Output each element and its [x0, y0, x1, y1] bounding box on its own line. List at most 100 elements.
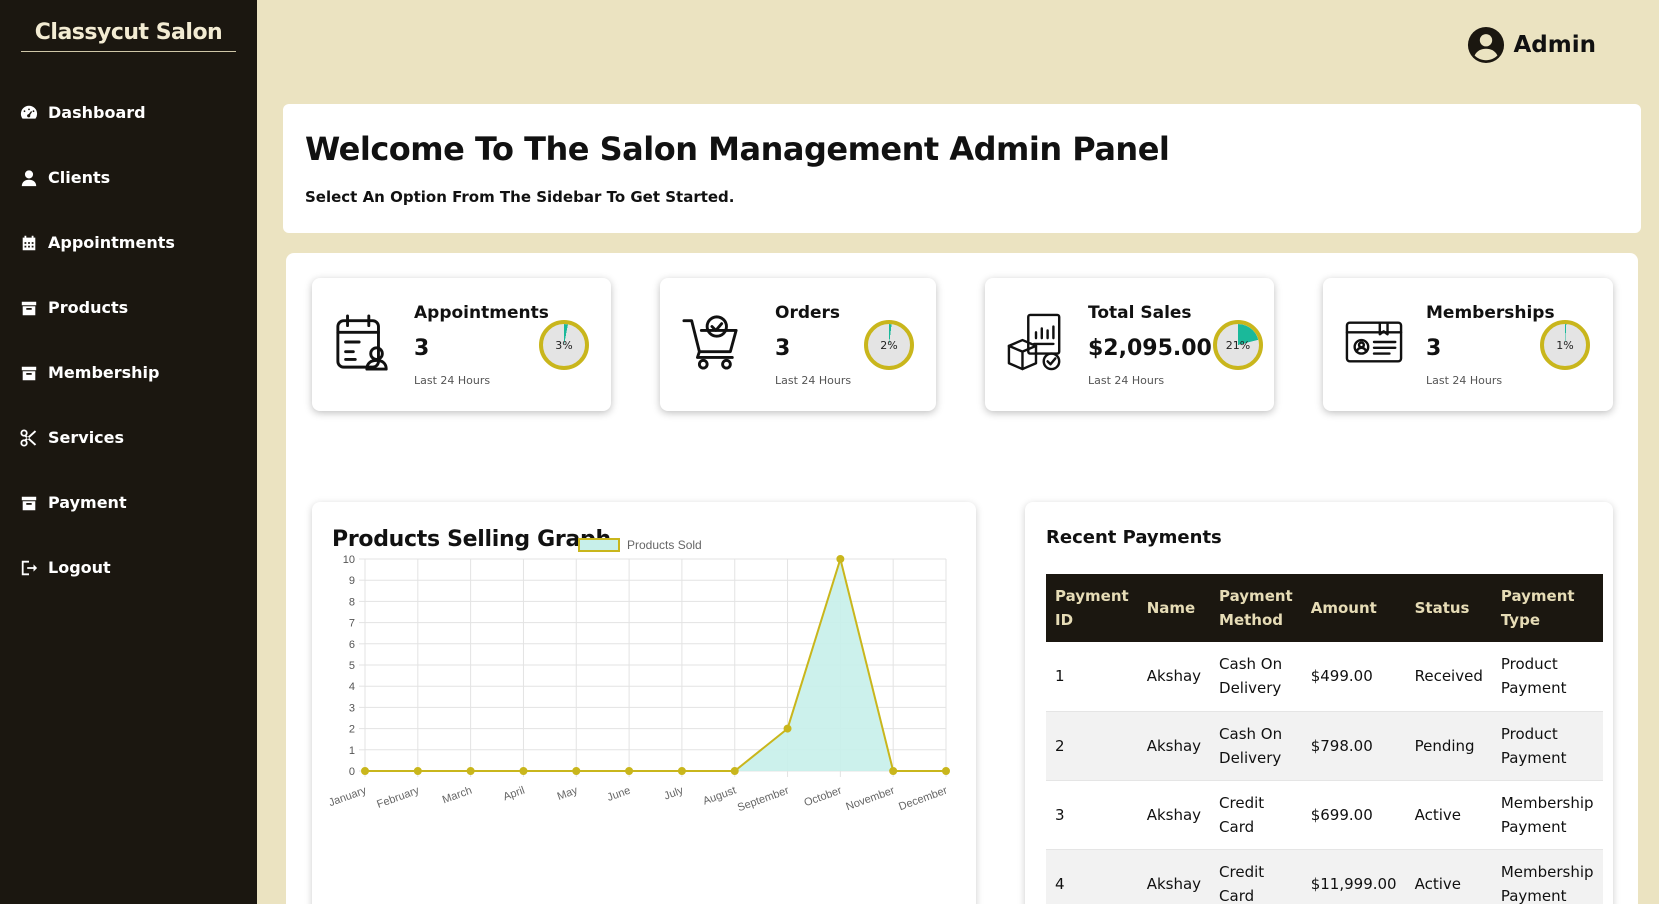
x-tick-label: April: [502, 785, 527, 804]
gauge-icon: [20, 105, 38, 119]
sidebar-item-clients[interactable]: Clients: [0, 145, 257, 210]
table-cell: $798.00: [1301, 711, 1406, 781]
table-cell: 3: [1046, 780, 1138, 850]
card-subtext: Last 24 Hours: [1088, 374, 1165, 387]
data-point: [783, 724, 792, 733]
stat-card-orders: Orders 3 Last 24 Hours 2%: [660, 278, 936, 411]
stat-card-memberships: Memberships 3 Last 24 Hours 1%: [1323, 278, 1613, 411]
sidebar-item-dashboard[interactable]: Dashboard: [0, 80, 257, 145]
column-header[interactable]: Name: [1137, 574, 1211, 642]
shopping-cart-icon: [682, 315, 738, 370]
payments-title: Recent Payments: [1046, 527, 1222, 548]
y-tick-label: 1: [349, 745, 355, 757]
sidebar: Classycut Salon Dashboard Clients Appoin…: [0, 0, 257, 904]
stat-card-appointments: Appointments 3 Last 24 Hours 3%: [312, 278, 611, 411]
sidebar-item-label: Services: [48, 428, 125, 447]
column-header[interactable]: Payment Method: [1210, 574, 1302, 642]
table-cell: Cash On Delivery: [1210, 711, 1302, 781]
user-icon: [21, 169, 37, 186]
percent-ring: 21%: [1213, 320, 1263, 370]
recent-payments-card: Recent Payments Payment ID Name Payment …: [1025, 502, 1613, 904]
table-cell: 1: [1046, 642, 1138, 712]
column-header[interactable]: Amount: [1301, 574, 1406, 642]
calendar-icon: [22, 235, 36, 250]
logout-icon: [21, 560, 38, 575]
sales-report-icon: [1007, 313, 1061, 371]
x-tick-label: March: [441, 785, 474, 807]
sidebar-item-label: Dashboard: [48, 103, 146, 122]
sidebar-item-services[interactable]: Services: [0, 405, 257, 470]
x-tick-label: September: [736, 784, 791, 814]
products-line-chart: 0 1 2 3 4 5 6 7 8 9 10 January February March April May…: [327, 538, 950, 814]
y-tick-label: 5: [349, 660, 355, 672]
appointment-calendar-icon: [336, 314, 388, 371]
card-value: 3: [775, 336, 791, 361]
table-row[interactable]: 1 Akshay Cash On Delivery $499.00 Receiv…: [1046, 642, 1603, 712]
sidebar-item-products[interactable]: Products: [0, 275, 257, 340]
table-cell: Active: [1405, 780, 1492, 850]
table-row[interactable]: 4 Akshay Credit Card $11,999.00 Active M…: [1046, 849, 1603, 904]
table-cell: Akshay: [1137, 849, 1211, 904]
percent-label: 3%: [555, 338, 573, 352]
table-row[interactable]: 2 Akshay Cash On Delivery $798.00 Pendin…: [1046, 711, 1603, 781]
table-cell: $499.00: [1301, 642, 1406, 712]
sidebar-item-label: Payment: [48, 493, 127, 512]
sidebar-item-membership[interactable]: Membership: [0, 340, 257, 405]
sidebar-item-label: Clients: [48, 168, 111, 187]
legend-swatch: [578, 538, 620, 552]
percent-ring: 2%: [864, 320, 914, 370]
user-circle-icon: [1467, 26, 1504, 64]
table-row[interactable]: 3 Akshay Credit Card $699.00 Active Memb…: [1046, 780, 1603, 850]
column-header[interactable]: Payment ID: [1046, 574, 1138, 642]
y-tick-label: 6: [349, 639, 355, 651]
y-tick-label: 3: [349, 702, 355, 714]
table-cell: Active: [1405, 849, 1492, 904]
x-tick-label: February: [375, 784, 421, 811]
table-cell: Akshay: [1137, 711, 1211, 781]
x-tick-label: May: [556, 784, 580, 803]
percent-label: 21%: [1225, 338, 1251, 352]
box-icon: [21, 496, 37, 510]
admin-user-menu[interactable]: Admin: [1467, 26, 1597, 64]
x-tick-label: June: [606, 785, 633, 804]
card-value: 3: [1426, 336, 1442, 361]
table-cell: Pending: [1405, 711, 1492, 781]
x-tick-label: November: [844, 784, 896, 813]
card-value: 3: [414, 336, 430, 361]
percent-ring: 1%: [1540, 320, 1590, 370]
x-tick-label: December: [897, 784, 949, 813]
sidebar-item-logout[interactable]: Logout: [0, 535, 257, 600]
table-cell: Membership Payment: [1491, 849, 1603, 904]
box-icon: [21, 301, 37, 315]
brand-title: Classycut Salon: [21, 20, 236, 52]
card-title: Appointments: [414, 303, 549, 323]
sidebar-item-label: Membership: [48, 363, 160, 382]
table-cell: Received: [1405, 642, 1492, 712]
column-header[interactable]: Status: [1405, 574, 1492, 642]
table-header-row: Payment ID Name Payment Method Amount St…: [1046, 574, 1603, 642]
membership-card-icon: [1345, 321, 1403, 363]
stat-card-total-sales: Total Sales $2,095.00 Last 24 Hours 21%: [985, 278, 1274, 411]
data-point: [677, 767, 686, 775]
card-subtext: Last 24 Hours: [775, 374, 852, 387]
admin-label: Admin: [1513, 32, 1597, 58]
table-cell: 2: [1046, 711, 1138, 781]
table-cell: Product Payment: [1491, 711, 1603, 781]
sidebar-item-appointments[interactable]: Appointments: [0, 210, 257, 275]
card-title: Total Sales: [1088, 303, 1192, 323]
sidebar-nav: Dashboard Clients Appointments Products …: [0, 80, 257, 600]
data-point: [361, 767, 369, 775]
column-header[interactable]: Payment Type: [1491, 574, 1603, 642]
table-cell: Akshay: [1137, 642, 1211, 712]
x-tick-label: August: [701, 785, 737, 808]
sidebar-item-payment[interactable]: Payment: [0, 470, 257, 535]
data-point: [413, 767, 422, 775]
sidebar-item-label: Products: [48, 298, 129, 317]
table-cell: Credit Card: [1210, 780, 1302, 850]
legend-label: Products Sold: [627, 538, 702, 552]
data-point: [466, 767, 475, 775]
data-point: [625, 767, 634, 775]
card-title: Memberships: [1426, 303, 1555, 323]
table-cell: $699.00: [1301, 780, 1406, 850]
scissors-icon: [20, 428, 37, 447]
